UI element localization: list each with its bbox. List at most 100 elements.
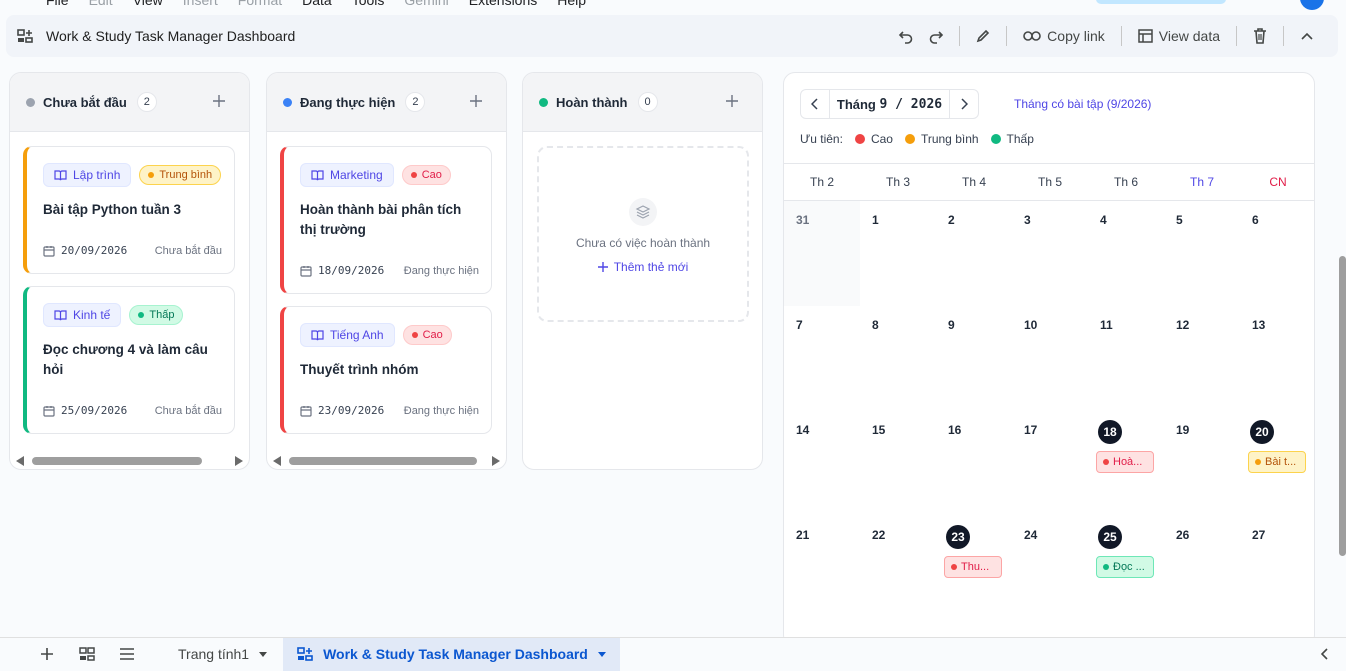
copy-link-button[interactable]: Copy link	[1015, 28, 1113, 44]
scroll-right-icon[interactable]	[492, 456, 500, 466]
calendar-day-cell[interactable]: 19	[1164, 411, 1240, 516]
month-with-tasks-link[interactable]: Tháng có bài tập (9/2026)	[1014, 97, 1151, 111]
calendar-day-cell[interactable]: 14	[784, 411, 860, 516]
scroll-thumb[interactable]	[32, 457, 202, 465]
horizontal-scrollbar[interactable]	[271, 455, 502, 467]
calendar-day-cell[interactable]: 16	[936, 411, 1012, 516]
priority-badge: Cao	[401, 165, 451, 185]
month-navigator: Tháng 9 / 2026	[800, 89, 979, 119]
calendar-day-cell[interactable]: 18 Hoà...	[1088, 411, 1164, 516]
task-card[interactable]: Lập trình Trung bình Bài tập Python tuần…	[23, 146, 235, 274]
task-title: Đọc chương 4 và làm câu hỏi	[43, 342, 208, 377]
day-number: 26	[1176, 528, 1190, 542]
sheet-tab-active[interactable]: Work & Study Task Manager Dashboard	[283, 637, 620, 671]
calendar-day-cell[interactable]: 20 Bài t...	[1240, 411, 1314, 516]
scroll-left-icon[interactable]	[16, 456, 24, 466]
calendar-day-cell[interactable]: 26	[1164, 516, 1240, 621]
task-card[interactable]: Tiếng Anh Cao Thuyết trình nhóm 23/09/20…	[280, 306, 492, 434]
scroll-right-icon[interactable]	[235, 456, 243, 466]
plus-icon	[726, 95, 738, 107]
calendar-event[interactable]: Hoà...	[1096, 451, 1154, 473]
day-number: 20	[1250, 420, 1274, 444]
day-number: 15	[872, 423, 886, 437]
calendar-day-cell[interactable]: 27	[1240, 516, 1314, 621]
menu-file[interactable]: File	[46, 0, 69, 8]
calendar-day-cell[interactable]: 7	[784, 306, 860, 411]
calendar-day-cell[interactable]: 2	[936, 201, 1012, 306]
task-card[interactable]: Kinh tế Thấp Đọc chương 4 và làm câu hỏi…	[23, 286, 235, 434]
calendar-day-cell[interactable]: 22	[860, 516, 936, 621]
account-avatar[interactable]	[1300, 0, 1324, 10]
add-card-button[interactable]	[209, 91, 229, 111]
menu-help[interactable]: Help	[557, 0, 586, 8]
next-month-button[interactable]	[950, 90, 978, 118]
column-title: Đang thực hiện	[300, 94, 396, 110]
menu-extensions[interactable]: Extensions	[469, 0, 537, 8]
scroll-left-icon[interactable]	[273, 456, 281, 466]
add-sheet-button[interactable]	[32, 639, 62, 669]
day-number: 21	[796, 528, 810, 542]
menu-data[interactable]: Data	[302, 0, 332, 8]
calendar-day-cell[interactable]: 21	[784, 516, 860, 621]
priority-badge: Cao	[402, 325, 452, 345]
add-card-button[interactable]	[466, 91, 486, 111]
calendar-day-cell[interactable]: 15	[860, 411, 936, 516]
calendar-day-cell[interactable]: 31	[784, 201, 860, 306]
chevron-down-icon[interactable]	[597, 651, 606, 657]
menu-gemini[interactable]: Gemini	[404, 0, 448, 8]
menu-insert[interactable]: Insert	[183, 0, 218, 8]
calendar-day-cell[interactable]: 8	[860, 306, 936, 411]
calendar-day-cell[interactable]: 13	[1240, 306, 1314, 411]
calendar-day-cell[interactable]: 17	[1012, 411, 1088, 516]
calendar-day-cell[interactable]: 23 Thu...	[936, 516, 1012, 621]
undo-button[interactable]	[891, 21, 921, 51]
scroll-thumb[interactable]	[289, 457, 477, 465]
scroll-thumb[interactable]	[1339, 256, 1346, 556]
sheet-objects-button[interactable]	[72, 639, 102, 669]
add-new-card-link[interactable]: Thêm thẻ mới	[597, 260, 688, 274]
object-header: Work & Study Task Manager Dashboard Copy…	[6, 15, 1338, 57]
calendar-event[interactable]: Bài t...	[1248, 451, 1306, 473]
vertical-scrollbar[interactable]	[1338, 66, 1346, 636]
category-label: Kinh tế	[73, 308, 111, 322]
calendar-event[interactable]: Thu...	[944, 556, 1002, 578]
calendar-event[interactable]: Đọc ...	[1096, 556, 1154, 578]
redo-button[interactable]	[921, 21, 951, 51]
calendar-day-cell[interactable]: 3	[1012, 201, 1088, 306]
calendar-day-cell[interactable]: 25 Đọc ...	[1088, 516, 1164, 621]
calendar-day-cell[interactable]: 5	[1164, 201, 1240, 306]
calendar-day-cell[interactable]: 9	[936, 306, 1012, 411]
edit-button[interactable]	[968, 21, 998, 51]
calendar-day-cell[interactable]: 12	[1164, 306, 1240, 411]
calendar-day-cell[interactable]: 6	[1240, 201, 1314, 306]
collapse-button[interactable]	[1292, 21, 1322, 51]
column-title: Hoàn thành	[556, 94, 628, 110]
menu-edit[interactable]: Edit	[89, 0, 113, 8]
menu-format[interactable]: Format	[238, 0, 282, 8]
task-status: Đang thực hiện	[403, 264, 479, 277]
share-button[interactable]	[1096, 0, 1226, 4]
menu-tools[interactable]: Tools	[352, 0, 385, 8]
legend-item: Thấp	[990, 132, 1034, 146]
prev-month-button[interactable]	[801, 90, 829, 118]
menu-view[interactable]: View	[133, 0, 163, 8]
scroll-tabs-left-button[interactable]	[1310, 639, 1340, 669]
all-sheets-button[interactable]	[112, 639, 142, 669]
delete-button[interactable]	[1245, 21, 1275, 51]
weekday-label: CN	[1269, 175, 1287, 189]
view-data-button[interactable]: View data	[1130, 28, 1228, 44]
task-card[interactable]: Marketing Cao Hoàn thành bài phân tích t…	[280, 146, 492, 294]
due-date: 20/09/2026	[61, 244, 128, 257]
chevron-down-icon[interactable]	[259, 651, 268, 657]
column-done: Hoàn thành 0 Chưa có việc hoàn thành Thê…	[522, 72, 763, 470]
calendar-day-cell[interactable]: 11	[1088, 306, 1164, 411]
weekday-label: Th 6	[1113, 175, 1138, 189]
calendar-day-cell[interactable]: 24	[1012, 516, 1088, 621]
calendar-day-cell[interactable]: 1	[860, 201, 936, 306]
calendar-day-cell[interactable]: 10	[1012, 306, 1088, 411]
calendar-day-cell[interactable]: 4	[1088, 201, 1164, 306]
horizontal-scrollbar[interactable]	[14, 455, 245, 467]
category-tag: Lập trình	[43, 163, 132, 187]
add-card-button[interactable]	[722, 91, 742, 111]
sheet-tab[interactable]: Trang tính1	[164, 638, 281, 671]
